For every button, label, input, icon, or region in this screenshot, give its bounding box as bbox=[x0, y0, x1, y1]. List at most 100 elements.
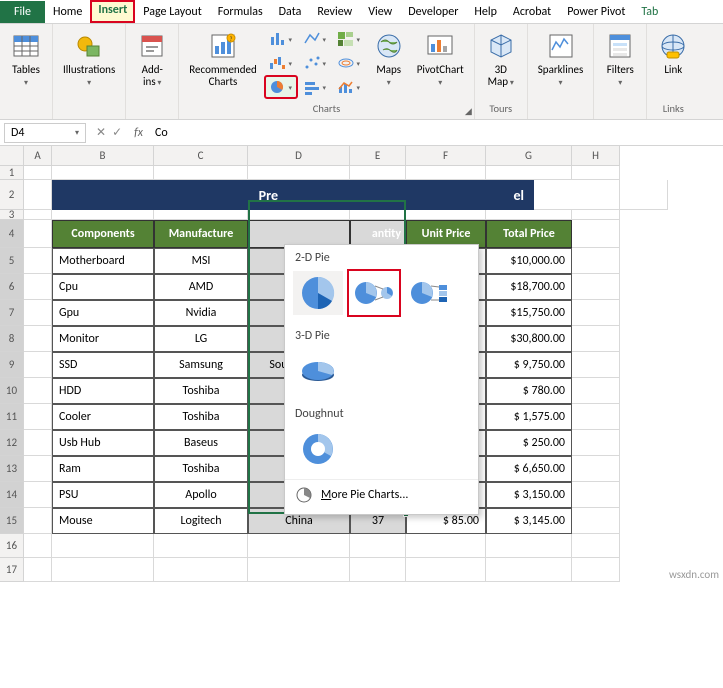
cell[interactable] bbox=[24, 404, 52, 430]
cell[interactable] bbox=[406, 534, 486, 558]
cell[interactable] bbox=[572, 404, 620, 430]
illustrations-button[interactable]: Illustrations▾ bbox=[59, 28, 119, 90]
column-header[interactable]: F bbox=[406, 146, 486, 166]
cell-total-price[interactable]: $ 250.00 bbox=[486, 430, 572, 456]
cell[interactable] bbox=[24, 180, 52, 210]
tab-context[interactable]: Tab bbox=[633, 2, 666, 23]
cell[interactable] bbox=[572, 508, 620, 534]
cell-total-price[interactable]: $15,750.00 bbox=[486, 300, 572, 326]
cell-component[interactable]: Gpu bbox=[52, 300, 154, 326]
cell-component[interactable]: SSD bbox=[52, 352, 154, 378]
row-header[interactable]: 2 bbox=[0, 180, 24, 210]
cancel-icon[interactable]: ✕ bbox=[96, 125, 106, 140]
pie-option-doughnut[interactable] bbox=[293, 427, 343, 471]
cell[interactable] bbox=[24, 482, 52, 508]
row-header[interactable]: 6 bbox=[0, 274, 24, 300]
pie-option-bar-of-pie[interactable] bbox=[405, 271, 455, 315]
hierarchy-chart-button[interactable]: ▾ bbox=[333, 28, 365, 50]
column-header[interactable]: H bbox=[572, 146, 620, 166]
row-header[interactable]: 13 bbox=[0, 456, 24, 482]
cell-manufacturer[interactable]: Logitech bbox=[154, 508, 248, 534]
cell[interactable] bbox=[620, 180, 668, 210]
cell-component[interactable]: Cpu bbox=[52, 274, 154, 300]
th-total-price[interactable]: Total Price bbox=[486, 220, 572, 248]
column-header[interactable]: E bbox=[350, 146, 406, 166]
row-header[interactable]: 15 bbox=[0, 508, 24, 534]
row-header[interactable]: 8 bbox=[0, 326, 24, 352]
cell[interactable] bbox=[52, 558, 154, 582]
column-header[interactable]: G bbox=[486, 146, 572, 166]
pie-chart-button[interactable]: ▾ bbox=[265, 76, 297, 98]
waterfall-chart-button[interactable]: ▾ bbox=[265, 52, 297, 74]
cell[interactable] bbox=[534, 180, 620, 210]
cell-manufacturer[interactable]: Nvidia bbox=[154, 300, 248, 326]
row-header[interactable]: 1 bbox=[0, 166, 24, 180]
tab-developer[interactable]: Developer bbox=[400, 2, 466, 23]
cell[interactable] bbox=[406, 210, 486, 220]
cell[interactable] bbox=[24, 326, 52, 352]
column-header[interactable]: A bbox=[24, 146, 52, 166]
tab-page-layout[interactable]: Page Layout bbox=[135, 2, 209, 23]
cell[interactable] bbox=[52, 210, 154, 220]
cell[interactable] bbox=[572, 326, 620, 352]
cell[interactable] bbox=[572, 274, 620, 300]
column-header[interactable]: D bbox=[248, 146, 350, 166]
surface-chart-button[interactable]: ▾ bbox=[333, 52, 365, 74]
cell[interactable] bbox=[248, 166, 350, 180]
cell[interactable] bbox=[572, 210, 620, 220]
cell-manufacturer[interactable]: MSI bbox=[154, 248, 248, 274]
row-header[interactable]: 17 bbox=[0, 558, 24, 582]
tab-data[interactable]: Data bbox=[271, 2, 310, 23]
cell[interactable] bbox=[24, 248, 52, 274]
cell-manufacturer[interactable]: LG bbox=[154, 326, 248, 352]
cell[interactable] bbox=[572, 482, 620, 508]
row-header[interactable]: 4 bbox=[0, 220, 24, 248]
cell-total-price[interactable]: $ 3,150.00 bbox=[486, 482, 572, 508]
title-cell-right[interactable]: el bbox=[286, 180, 534, 210]
cell-manufacturer[interactable]: AMD bbox=[154, 274, 248, 300]
cell[interactable] bbox=[350, 210, 406, 220]
cell[interactable] bbox=[52, 166, 154, 180]
cell[interactable] bbox=[248, 558, 350, 582]
pie-option-pie[interactable] bbox=[293, 271, 343, 315]
link-button[interactable]: Link bbox=[653, 28, 693, 78]
cell[interactable] bbox=[572, 166, 620, 180]
cell[interactable] bbox=[24, 300, 52, 326]
cell[interactable] bbox=[350, 166, 406, 180]
scatter-chart-button[interactable]: ▾ bbox=[299, 52, 331, 74]
cell-manufacturer[interactable]: Toshiba bbox=[154, 404, 248, 430]
cell[interactable] bbox=[572, 352, 620, 378]
cell-manufacturer[interactable]: Apollo bbox=[154, 482, 248, 508]
tab-review[interactable]: Review bbox=[309, 2, 360, 23]
cell[interactable] bbox=[24, 352, 52, 378]
title-cell-left[interactable]: Pre bbox=[52, 180, 286, 210]
sparklines-button[interactable]: Sparklines▾ bbox=[534, 28, 588, 90]
row-header[interactable]: 3 bbox=[0, 210, 24, 220]
recommended-charts-button[interactable]: ? RecommendedCharts bbox=[185, 28, 260, 90]
cell[interactable] bbox=[572, 430, 620, 456]
row-header[interactable]: 14 bbox=[0, 482, 24, 508]
tab-power-pivot[interactable]: Power Pivot bbox=[559, 2, 633, 23]
cell[interactable] bbox=[350, 558, 406, 582]
cell[interactable] bbox=[572, 248, 620, 274]
cell[interactable] bbox=[486, 534, 572, 558]
cell-manufacturer[interactable]: Toshiba bbox=[154, 456, 248, 482]
cell[interactable] bbox=[572, 220, 620, 248]
name-box[interactable]: D4 ▾ bbox=[4, 123, 86, 143]
cell-component[interactable]: Ram bbox=[52, 456, 154, 482]
tab-home[interactable]: Home bbox=[45, 2, 90, 23]
th-manufacturer[interactable]: Manufacture bbox=[154, 220, 248, 248]
cell-manufacturer[interactable]: Samsung bbox=[154, 352, 248, 378]
row-header[interactable]: 7 bbox=[0, 300, 24, 326]
cell-component[interactable]: Usb Hub bbox=[52, 430, 154, 456]
line-chart-button[interactable]: ▾ bbox=[299, 28, 331, 50]
row-header[interactable]: 12 bbox=[0, 430, 24, 456]
cell[interactable] bbox=[486, 210, 572, 220]
row-header[interactable]: 11 bbox=[0, 404, 24, 430]
cell[interactable] bbox=[572, 558, 620, 582]
pie-option-3d-pie[interactable] bbox=[293, 349, 343, 393]
pivotchart-button[interactable]: PivotChart▾ bbox=[413, 28, 468, 90]
th-components[interactable]: Components bbox=[52, 220, 154, 248]
pie-option-pie-of-pie[interactable] bbox=[349, 271, 399, 315]
cell-total-price[interactable]: $18,700.00 bbox=[486, 274, 572, 300]
